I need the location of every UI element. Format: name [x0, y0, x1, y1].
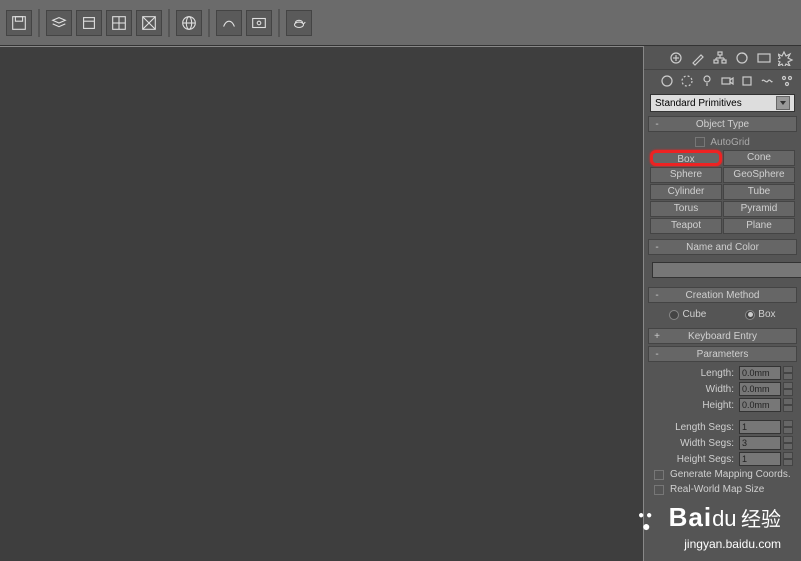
tool-render[interactable]: [246, 10, 272, 36]
parameters-header[interactable]: - Parameters: [648, 346, 797, 362]
name-color-rollout: - Name and Color: [648, 239, 797, 285]
rollout-title: Creation Method: [686, 290, 760, 301]
radio-icon: [669, 310, 679, 320]
subcategory-bar: [644, 70, 801, 92]
tool-teapot[interactable]: [286, 10, 312, 36]
chevron-down-icon: [776, 96, 790, 110]
cameras-icon[interactable]: [719, 73, 735, 89]
systems-icon[interactable]: [779, 73, 795, 89]
rollout-title: Name and Color: [686, 242, 759, 253]
name-color-header[interactable]: - Name and Color: [648, 239, 797, 255]
tool-save[interactable]: [6, 10, 32, 36]
sphere-button[interactable]: Sphere: [650, 167, 722, 183]
minus-icon: -: [651, 117, 663, 131]
autogrid-row: AutoGrid: [650, 135, 795, 150]
object-name-input[interactable]: [652, 262, 801, 278]
height-spinner[interactable]: [783, 398, 793, 412]
width-label: Width:: [652, 384, 737, 395]
keyboard-entry-header[interactable]: + Keyboard Entry: [648, 328, 797, 344]
rollout-title: Keyboard Entry: [688, 331, 757, 342]
height-label: Height:: [652, 400, 737, 411]
separator: [38, 9, 40, 37]
length-segs-spinner[interactable]: [783, 420, 793, 434]
geometry-icon[interactable]: [659, 73, 675, 89]
height-input[interactable]: [739, 398, 781, 412]
dropdown-label: Standard Primitives: [655, 98, 742, 109]
check-label: Generate Mapping Coords.: [670, 469, 791, 480]
display-tab-icon[interactable]: [755, 49, 773, 67]
cylinder-button[interactable]: Cylinder: [650, 184, 722, 200]
rollout-title: Object Type: [696, 119, 749, 130]
shapes-icon[interactable]: [679, 73, 695, 89]
width-spinner[interactable]: [783, 382, 793, 396]
minus-icon: -: [651, 288, 663, 302]
geosphere-button[interactable]: GeoSphere: [723, 167, 795, 183]
modify-tab-icon[interactable]: [689, 49, 707, 67]
tool-layers[interactable]: [46, 10, 72, 36]
create-tab-icon[interactable]: [667, 49, 685, 67]
autogrid-label: AutoGrid: [710, 137, 749, 148]
height-segs-spinner[interactable]: [783, 452, 793, 466]
height-segs-label: Height Segs:: [652, 454, 737, 465]
radio-label: Box: [758, 309, 775, 320]
creation-method-header[interactable]: - Creation Method: [648, 287, 797, 303]
utilities-tab-icon[interactable]: [777, 49, 795, 67]
plane-button[interactable]: Plane: [723, 218, 795, 234]
tool-globe[interactable]: [176, 10, 202, 36]
tool-grid[interactable]: [106, 10, 132, 36]
keyboard-entry-rollout: + Keyboard Entry: [648, 328, 797, 344]
width-segs-input[interactable]: [739, 436, 781, 450]
viewport[interactable]: [0, 46, 644, 561]
command-panel: Standard Primitives - Object Type AutoGr…: [644, 46, 801, 561]
panel-tabs: [644, 46, 801, 70]
lights-icon[interactable]: [699, 73, 715, 89]
hierarchy-tab-icon[interactable]: [711, 49, 729, 67]
separator: [208, 9, 210, 37]
rollout-title: Parameters: [697, 349, 749, 360]
object-type-header[interactable]: - Object Type: [648, 116, 797, 132]
check-label: Real-World Map Size: [670, 484, 764, 495]
pyramid-button[interactable]: Pyramid: [723, 201, 795, 217]
creation-method-rollout: - Creation Method Cube Box: [648, 287, 797, 326]
tool-spline[interactable]: [216, 10, 242, 36]
real-world-check[interactable]: Real-World Map Size: [650, 482, 795, 497]
checkbox-icon: [654, 470, 664, 480]
radio-label: Cube: [682, 309, 706, 320]
separator: [168, 9, 170, 37]
object-type-rollout: - Object Type AutoGrid Box Cone Sphere G…: [648, 116, 797, 237]
teapot-button[interactable]: Teapot: [650, 218, 722, 234]
length-label: Length:: [652, 368, 737, 379]
spacewarps-icon[interactable]: [759, 73, 775, 89]
width-segs-spinner[interactable]: [783, 436, 793, 450]
width-input[interactable]: [739, 382, 781, 396]
plus-icon: +: [651, 329, 663, 343]
motion-tab-icon[interactable]: [733, 49, 751, 67]
width-segs-label: Width Segs:: [652, 438, 737, 449]
parameters-rollout: - Parameters Length: Width: Height:: [648, 346, 797, 500]
torus-button[interactable]: Torus: [650, 201, 722, 217]
tool-box[interactable]: [76, 10, 102, 36]
cone-button[interactable]: Cone: [723, 150, 795, 166]
height-segs-input[interactable]: [739, 452, 781, 466]
minus-icon: -: [651, 347, 663, 361]
length-spinner[interactable]: [783, 366, 793, 380]
box-button[interactable]: Box: [650, 150, 722, 166]
gen-coords-check[interactable]: Generate Mapping Coords.: [650, 467, 795, 482]
length-segs-label: Length Segs:: [652, 422, 737, 433]
radio-icon: [745, 310, 755, 320]
cube-radio[interactable]: Cube: [669, 309, 706, 320]
box-radio[interactable]: Box: [745, 309, 775, 320]
top-toolbar: [0, 0, 801, 46]
length-segs-input[interactable]: [739, 420, 781, 434]
tool-wireframe[interactable]: [136, 10, 162, 36]
checkbox-icon: [654, 485, 664, 495]
helpers-icon[interactable]: [739, 73, 755, 89]
tube-button[interactable]: Tube: [723, 184, 795, 200]
length-input[interactable]: [739, 366, 781, 380]
minus-icon: -: [651, 240, 663, 254]
separator: [278, 9, 280, 37]
primitive-dropdown[interactable]: Standard Primitives: [650, 94, 795, 112]
autogrid-checkbox[interactable]: [695, 137, 705, 147]
